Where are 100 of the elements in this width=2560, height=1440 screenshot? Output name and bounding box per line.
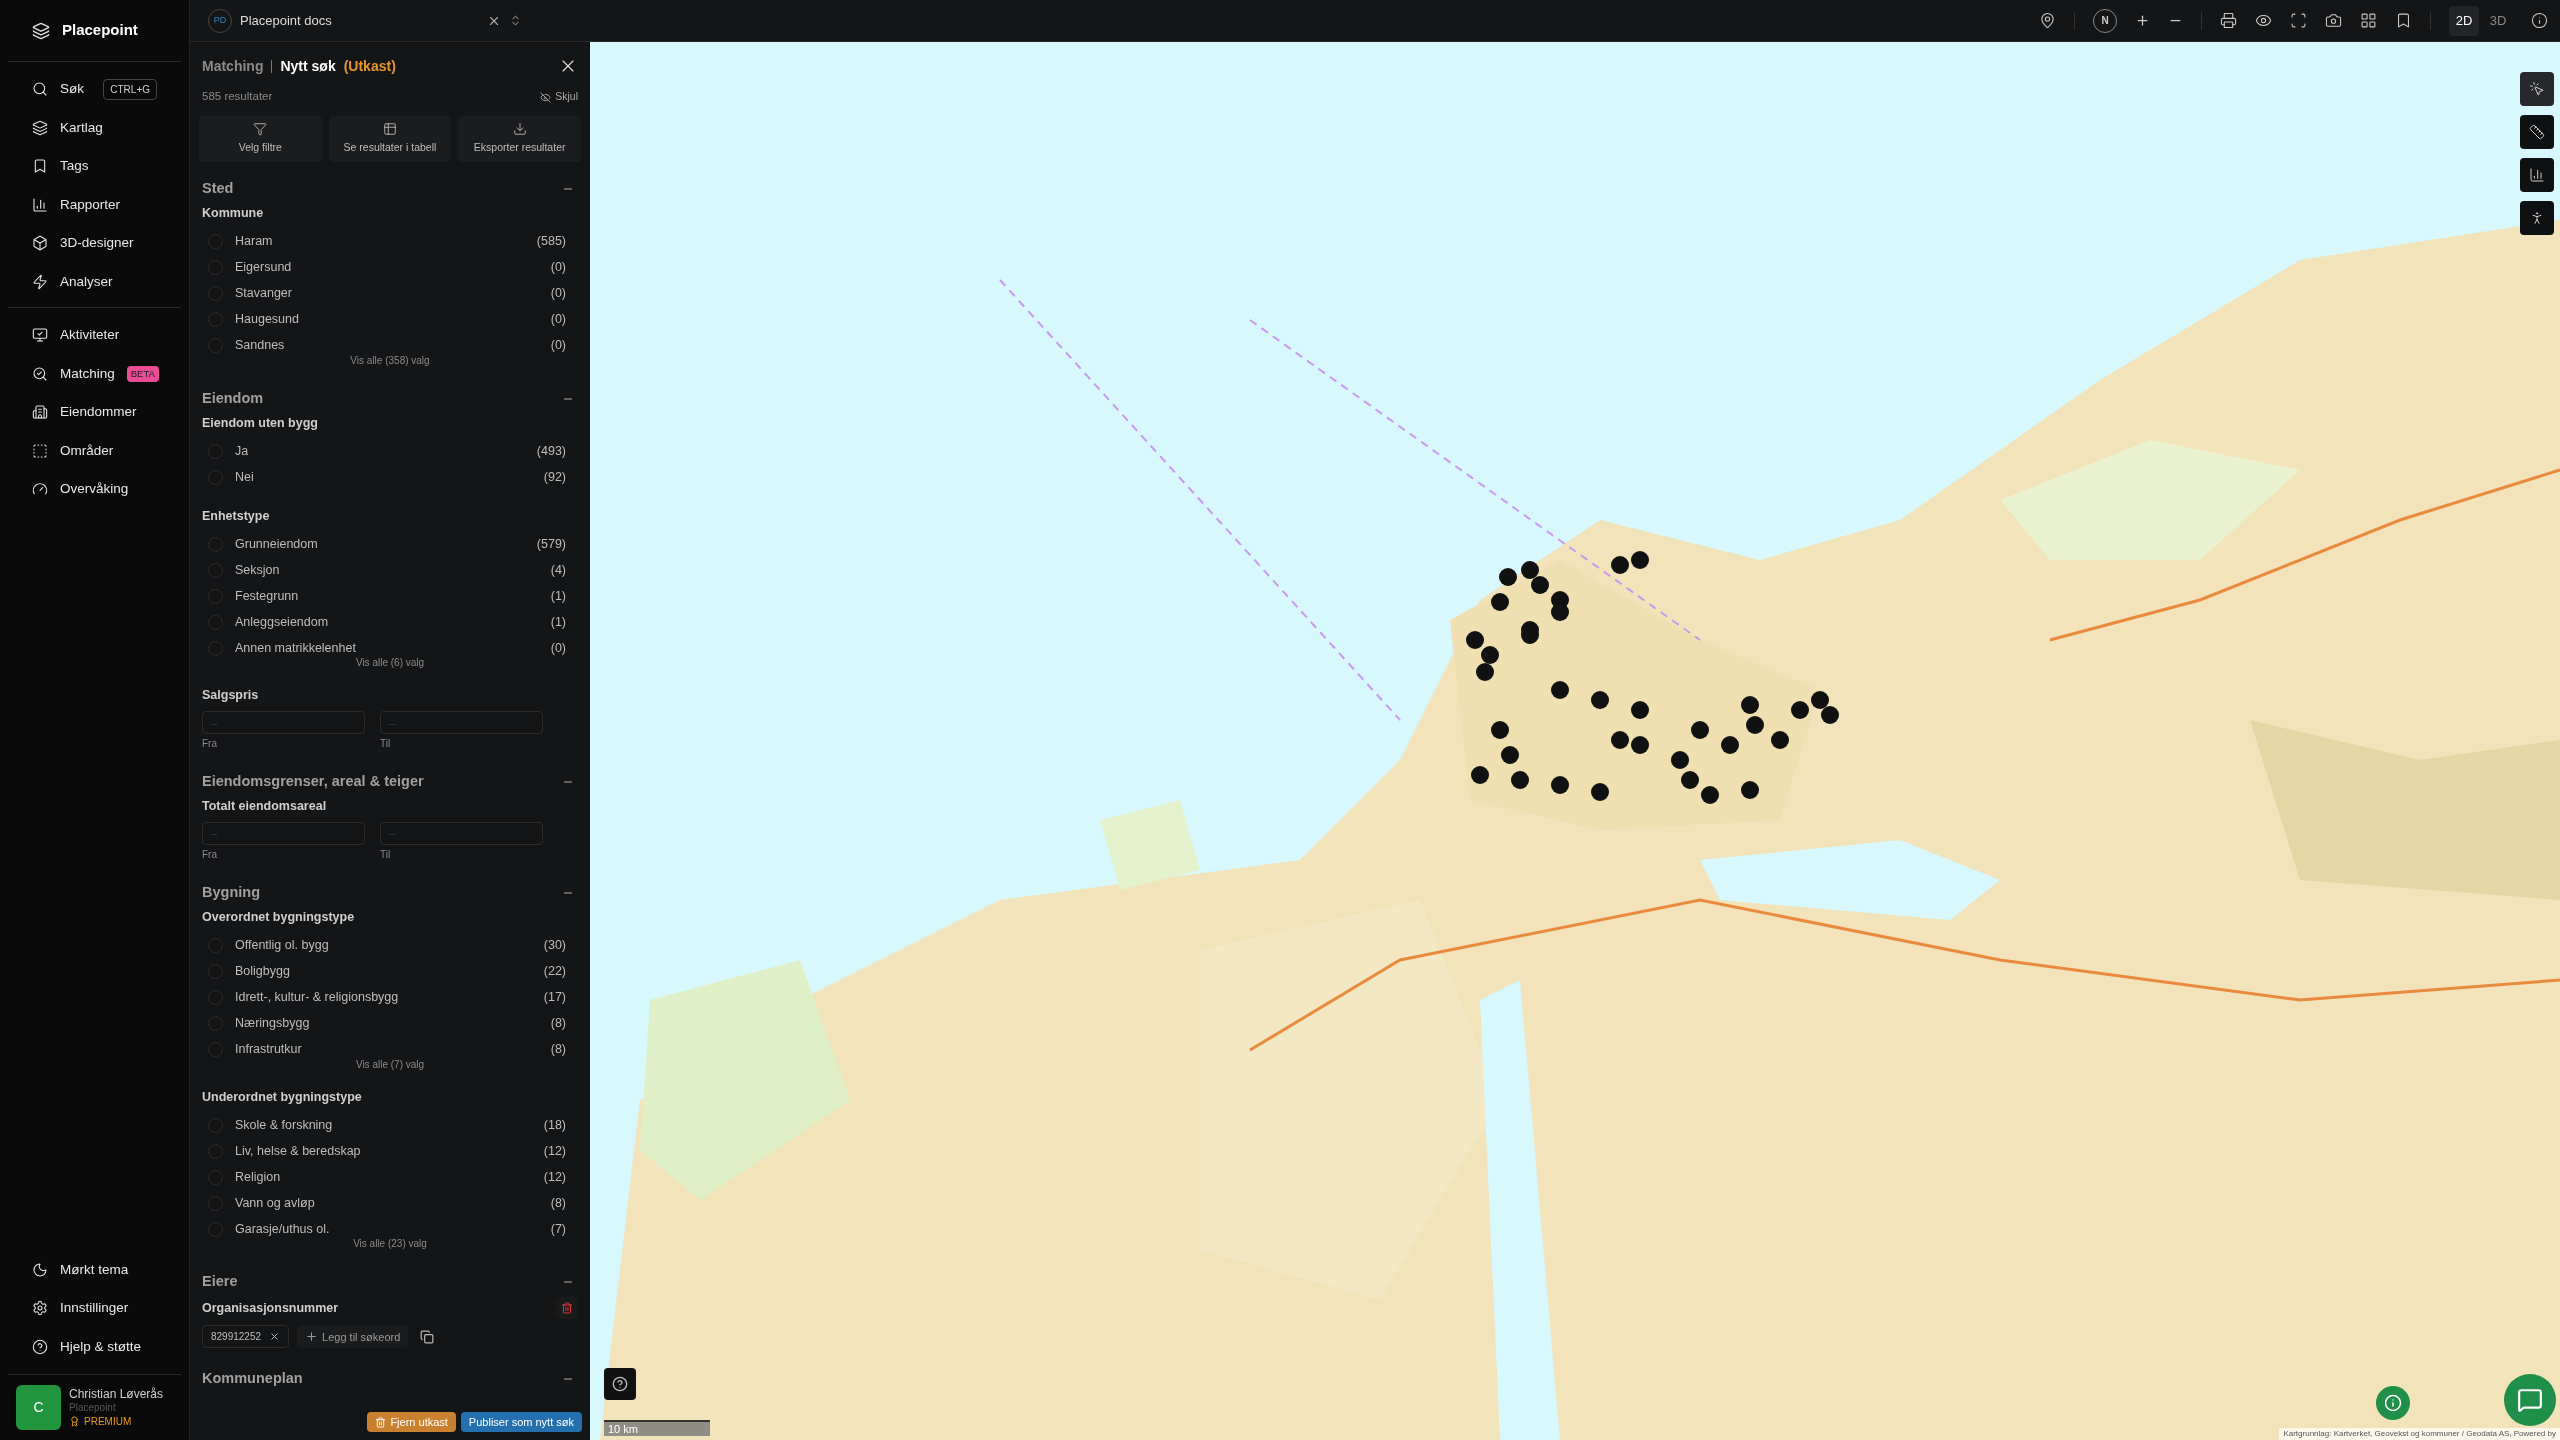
view-mode-tab[interactable]: 3D: [2483, 5, 2513, 36]
nav-item[interactable]: Søk: [32, 79, 84, 100]
option-label: Vann og avløp: [235, 1194, 315, 1212]
info-icon: [2384, 1394, 2402, 1412]
download-icon: [512, 122, 527, 137]
range-input[interactable]: –: [380, 711, 543, 734]
shortcut-hint: CTRL+G: [103, 78, 157, 100]
section-heading[interactable]: Eiendomsgrenser, areal & teiger: [202, 771, 424, 793]
filter-icon: [253, 122, 268, 137]
field-caption: Til: [380, 737, 392, 751]
grid-icon[interactable]: [2360, 12, 2377, 29]
range-input[interactable]: –: [380, 821, 543, 845]
logo-icon: [32, 21, 50, 40]
publish-button[interactable]: Publiser som nytt søk: [460, 1412, 582, 1432]
layers-icon: [32, 119, 48, 136]
option-count: (579): [536, 535, 566, 553]
eye-icon[interactable]: [2255, 12, 2272, 29]
keyword-chip[interactable]: 829912252: [202, 1325, 290, 1349]
range-input[interactable]: –: [202, 711, 365, 734]
workspace-name[interactable]: Placepoint docs: [240, 10, 332, 31]
option-count: (0): [550, 639, 566, 657]
breadcrumb-link[interactable]: Matching: [202, 55, 264, 77]
brand-name: Placepoint: [62, 20, 138, 41]
info-icon[interactable]: [2531, 12, 2548, 29]
close-icon[interactable]: [269, 1331, 281, 1343]
section-heading[interactable]: Sted: [202, 178, 234, 200]
fullscreen-icon[interactable]: [2290, 12, 2307, 29]
show-all-link[interactable]: Vis alle (23) valg: [353, 1236, 427, 1252]
section-heading[interactable]: Eiere: [202, 1271, 238, 1294]
section-heading[interactable]: Kommuneplan: [202, 1368, 303, 1391]
delete-button[interactable]: [556, 1297, 578, 1320]
nav-item[interactable]: Analyser: [32, 271, 113, 292]
map-tool-button[interactable]: [2520, 72, 2554, 106]
search-title: Nytt søk: [280, 56, 336, 76]
results-count: 585 resultater: [202, 89, 273, 105]
option-count: (585): [536, 233, 566, 251]
monitor-icon: [32, 327, 48, 344]
nav-item[interactable]: Overvåking: [32, 479, 129, 500]
nav-item[interactable]: Eiendommer: [32, 402, 137, 423]
filter-group-title: Overordnet bygningstype: [202, 908, 355, 926]
trash-icon: [375, 1416, 387, 1428]
filter-group-title: Enhetstype: [202, 507, 270, 525]
option-label: Skole & forskning: [235, 1116, 333, 1134]
map-tool-button[interactable]: [2520, 158, 2554, 192]
map-pin-icon[interactable]: [2039, 12, 2056, 29]
hide-button[interactable]: Skjul: [540, 89, 578, 105]
option-label: Boligbygg: [235, 963, 290, 981]
zoom-in-icon[interactable]: [2135, 13, 2150, 28]
option-label: Garasje/uthus ol.: [235, 1220, 330, 1238]
eye-off-icon: [540, 91, 552, 103]
chevrons-icon[interactable]: [509, 14, 522, 27]
option-count: (12): [543, 1142, 566, 1160]
nav-item[interactable]: Hjelp & støtte: [32, 1336, 142, 1357]
filter-group-title: Underordnet bygningstype: [202, 1088, 362, 1106]
option-count: (18): [543, 1116, 566, 1134]
help-button[interactable]: [604, 1368, 636, 1400]
lightning-icon: [32, 273, 48, 290]
filter-group-title: Totalt eiendomsareal: [202, 798, 327, 815]
nav-item[interactable]: Mørkt tema: [32, 1259, 129, 1280]
nav-item[interactable]: Kartlag: [32, 117, 103, 138]
range-input[interactable]: –: [202, 821, 365, 845]
camera-icon[interactable]: [2325, 12, 2342, 29]
add-keyword-button[interactable]: Legg til søkeord: [297, 1325, 409, 1349]
show-all-link[interactable]: Vis alle (358) valg: [350, 352, 430, 368]
option-count: (7): [550, 1220, 566, 1238]
copy-icon[interactable]: [420, 1329, 435, 1344]
filter-group-title: Eiendom uten bygg: [202, 414, 318, 432]
nav-item[interactable]: Aktiviteter: [32, 325, 120, 346]
map-tool-button[interactable]: [2520, 115, 2554, 149]
option-count: (92): [543, 469, 566, 487]
printer-icon[interactable]: [2220, 12, 2237, 29]
draft-status: (Utkast): [343, 56, 396, 76]
option-count: (8): [550, 1015, 566, 1033]
option-count: (0): [550, 337, 566, 355]
view-mode-tab[interactable]: 2D: [2449, 5, 2479, 36]
nav-item[interactable]: Innstillinger: [32, 1298, 129, 1319]
breadcrumb-separator: [271, 59, 273, 73]
nav-item[interactable]: Tags: [32, 156, 89, 177]
action-button[interactable]: Eksporter resultater: [458, 116, 581, 162]
show-all-link[interactable]: Vis alle (6) valg: [355, 655, 425, 671]
option-label: Seksjon: [235, 561, 280, 579]
section-heading[interactable]: Bygning: [202, 881, 260, 904]
show-all-link[interactable]: Vis alle (7) valg: [355, 1056, 425, 1072]
nav-item[interactable]: 3D-designer: [32, 233, 134, 254]
bookmark-icon[interactable]: [2395, 12, 2412, 29]
action-button[interactable]: Se resultater i tabell: [328, 116, 452, 162]
map-attribution: Kartgrunnlag: Kartverket, Geovekst og kommuner / Geodata AS, Powered by: [2279, 1428, 2560, 1440]
option-label: Haram: [235, 233, 273, 251]
option-count: (1): [550, 587, 566, 605]
option-count: (8): [550, 1041, 566, 1059]
nav-item[interactable]: Rapporter: [32, 194, 121, 215]
option-label: Festegrunn: [235, 587, 299, 605]
map-tool-button[interactable]: [2520, 201, 2554, 235]
action-button[interactable]: Velg filtre: [199, 116, 322, 162]
option-count: (8): [550, 1194, 566, 1212]
filter-group-title: Salgspris: [202, 687, 259, 705]
nav-item[interactable]: Områder: [32, 440, 114, 461]
nav-item[interactable]: Matching: [32, 363, 115, 384]
user-avatar[interactable]: C: [16, 1385, 61, 1430]
section-heading[interactable]: Eiendom: [202, 387, 264, 410]
